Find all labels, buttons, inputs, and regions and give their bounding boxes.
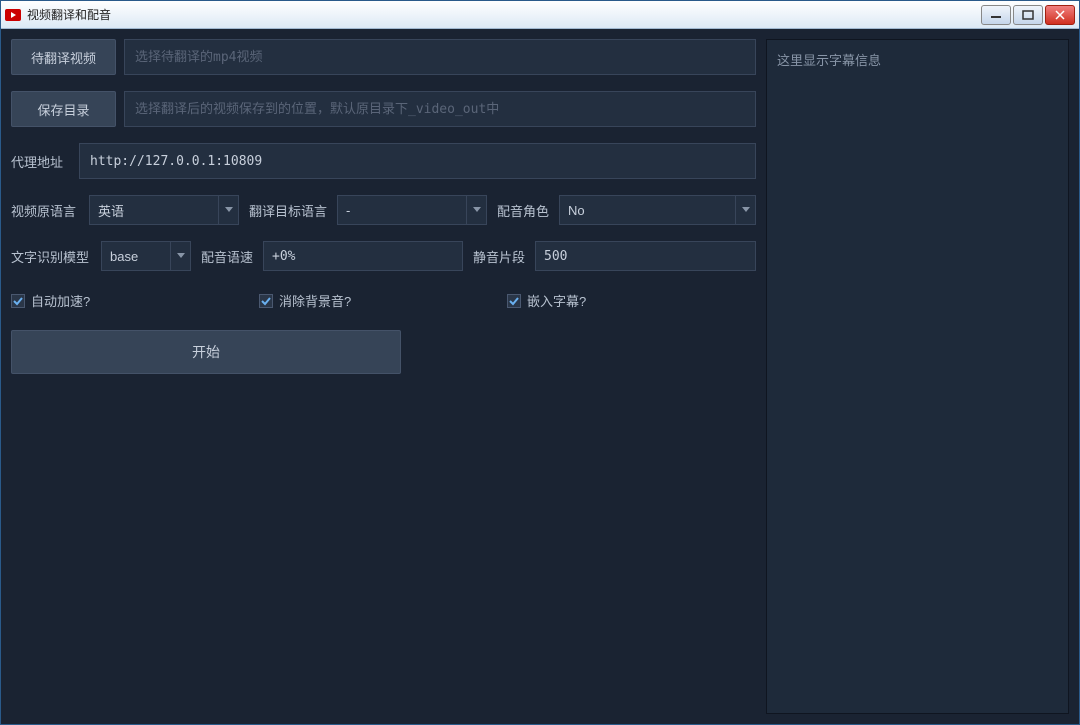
target-lang-combo[interactable]: -: [337, 195, 487, 225]
auto-speed-label: 自动加速?: [31, 291, 90, 310]
titlebar: 视频翻译和配音: [1, 1, 1079, 29]
voice-role-label: 配音角色: [497, 201, 549, 220]
select-video-button[interactable]: 待翻译视频: [11, 39, 116, 75]
model-label: 文字识别模型: [11, 247, 91, 266]
auto-speed-checkbox[interactable]: 自动加速?: [11, 291, 259, 310]
model-row: 文字识别模型 base 配音语速 静音片段: [11, 241, 756, 271]
target-lang-label: 翻译目标语言: [249, 201, 327, 220]
subtitle-placeholder: 这里显示字幕信息: [777, 53, 881, 68]
remove-bg-checkbox[interactable]: 消除背景音?: [259, 291, 507, 310]
checkbox-icon: [259, 294, 273, 308]
app-icon: [5, 7, 21, 23]
model-value: base: [110, 249, 138, 264]
subtitle-panel: 这里显示字幕信息: [766, 39, 1069, 714]
voice-role-combo[interactable]: No: [559, 195, 756, 225]
save-path-input[interactable]: [124, 91, 756, 127]
source-lang-value: 英语: [98, 201, 124, 220]
minimize-button[interactable]: [981, 5, 1011, 25]
window-title: 视频翻译和配音: [27, 6, 981, 23]
remove-bg-label: 消除背景音?: [279, 291, 351, 310]
maximize-button[interactable]: [1013, 5, 1043, 25]
voice-role-value: No: [568, 203, 585, 218]
proxy-row: 代理地址: [11, 143, 756, 179]
chevron-down-icon: [218, 196, 238, 224]
embed-sub-checkbox[interactable]: 嵌入字幕?: [507, 291, 586, 310]
language-row: 视频原语言 英语 翻译目标语言 - 配音角色 No: [11, 195, 756, 225]
silence-input[interactable]: [535, 241, 756, 271]
voice-rate-label: 配音语速: [201, 247, 253, 266]
proxy-input[interactable]: [79, 143, 756, 179]
chevron-down-icon: [170, 242, 190, 270]
embed-sub-label: 嵌入字幕?: [527, 291, 586, 310]
close-button[interactable]: [1045, 5, 1075, 25]
start-button[interactable]: 开始: [11, 330, 401, 374]
checkbox-row: 自动加速? 消除背景音? 嵌入字幕?: [11, 287, 756, 314]
content-area: 待翻译视频 保存目录 代理地址 视频原语言 英语 翻译目标语言 -: [1, 29, 1079, 724]
proxy-label: 代理地址: [11, 152, 71, 171]
video-row: 待翻译视频: [11, 39, 756, 75]
chevron-down-icon: [735, 196, 755, 224]
app-window: 视频翻译和配音 待翻译视频 保存目录 代理地址: [0, 0, 1080, 725]
chevron-down-icon: [466, 196, 486, 224]
left-panel: 待翻译视频 保存目录 代理地址 视频原语言 英语 翻译目标语言 -: [11, 39, 756, 714]
source-lang-label: 视频原语言: [11, 201, 79, 220]
checkbox-icon: [11, 294, 25, 308]
checkbox-icon: [507, 294, 521, 308]
model-combo[interactable]: base: [101, 241, 191, 271]
voice-rate-input[interactable]: [263, 241, 463, 271]
source-lang-combo[interactable]: 英语: [89, 195, 239, 225]
silence-label: 静音片段: [473, 247, 525, 266]
target-lang-value: -: [346, 203, 350, 218]
video-path-input[interactable]: [124, 39, 756, 75]
save-dir-button[interactable]: 保存目录: [11, 91, 116, 127]
save-row: 保存目录: [11, 91, 756, 127]
window-controls: [981, 5, 1075, 25]
